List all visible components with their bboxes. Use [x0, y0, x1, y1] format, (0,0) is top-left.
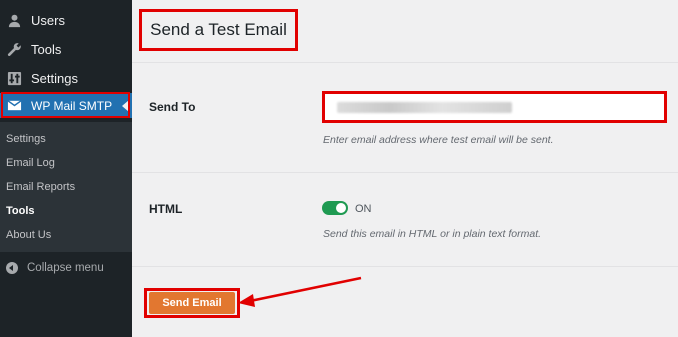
submenu-item-settings[interactable]: Settings	[6, 133, 46, 145]
redacted-email	[337, 102, 512, 113]
submenu-item-email-reports[interactable]: Email Reports	[6, 181, 75, 193]
toggle-knob	[336, 203, 346, 213]
submenu-item-about-us[interactable]: About Us	[6, 229, 51, 241]
collapse-menu-label: Collapse menu	[27, 262, 104, 274]
send-to-input[interactable]	[322, 91, 667, 123]
html-hint: Send this email in HTML or in plain text…	[323, 228, 542, 240]
divider	[132, 266, 678, 267]
submenu: Settings Email Log Email Reports Tools A…	[0, 122, 132, 252]
divider	[132, 62, 678, 63]
main-content: Send a Test Email Send To Enter email ad…	[132, 0, 678, 337]
submenu-item-email-log[interactable]: Email Log	[6, 157, 55, 169]
page-title: Send a Test Email	[139, 9, 298, 51]
collapse-menu-button[interactable]: Collapse menu	[0, 256, 132, 280]
menu-item-tools[interactable]: Tools	[0, 35, 132, 63]
submenu-item-tools[interactable]: Tools	[6, 205, 35, 217]
send-to-label: Send To	[149, 100, 196, 114]
collapse-icon	[6, 262, 18, 274]
wrench-icon	[6, 41, 22, 57]
divider	[132, 172, 678, 173]
menu-item-settings[interactable]: Settings	[0, 64, 132, 92]
menu-item-label: Tools	[31, 41, 62, 57]
menu-item-wp-mail-smtp[interactable]: WP Mail SMTP	[0, 93, 132, 118]
mail-icon	[6, 98, 22, 114]
menu-item-label: WP Mail SMTP	[31, 98, 113, 113]
admin-sidebar: Users Tools Settings WP Mail SMTP Settin…	[0, 0, 132, 337]
user-icon	[6, 12, 22, 28]
current-menu-caret-icon	[122, 99, 129, 112]
settings-icon	[6, 70, 22, 86]
toggle-state-label: ON	[355, 203, 372, 215]
menu-item-users[interactable]: Users	[0, 6, 132, 34]
html-label: HTML	[149, 202, 183, 216]
menu-item-label: Users	[31, 12, 65, 28]
send-email-button[interactable]: Send Email	[149, 292, 235, 314]
send-to-hint: Enter email address where test email wil…	[323, 134, 554, 146]
html-toggle[interactable]	[322, 201, 348, 215]
menu-item-label: Settings	[31, 70, 78, 86]
